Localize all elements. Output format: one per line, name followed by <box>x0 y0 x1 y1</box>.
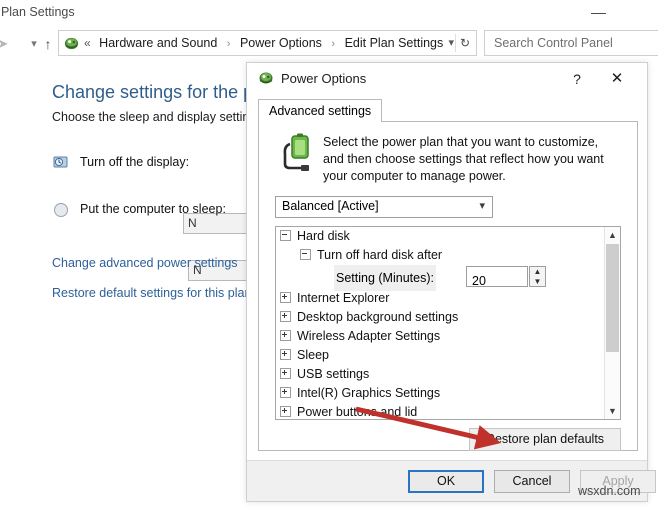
power-plan-value: Balanced [Active] <box>282 199 379 213</box>
tree-item-intel-graphics-settings[interactable]: Intel(R) Graphics Settings <box>276 384 620 403</box>
refresh-icon[interactable]: ↻ <box>457 31 473 55</box>
breadcrumb-item-power-options[interactable]: Power Options <box>238 36 324 50</box>
breadcrumb-item-hardware-and-sound[interactable]: Hardware and Sound <box>97 36 219 50</box>
tree-item-hard-disk[interactable]: Hard disk <box>276 227 620 246</box>
expand-icon[interactable] <box>280 292 291 304</box>
search-placeholder: Search Control Panel <box>494 36 613 50</box>
address-dropdown-icon[interactable]: ▾ <box>448 31 454 55</box>
caret-down-icon[interactable]: ▼ <box>605 403 620 419</box>
page-subtitle: Choose the sleep and display setting <box>52 110 257 124</box>
restore-plan-defaults-button[interactable]: Restore plan defaults <box>469 428 621 451</box>
display-timeout-value: N <box>188 216 197 230</box>
address-bar[interactable]: « Hardware and Sound › Power Options › E… <box>58 30 477 56</box>
minimize-button[interactable] <box>582 2 616 24</box>
expand-icon[interactable] <box>280 330 291 342</box>
tree-item-turn-off-hard-disk-after[interactable]: Turn off hard disk after <box>276 246 620 265</box>
scrollbar-thumb[interactable] <box>606 244 619 352</box>
setting-minutes-stepper[interactable]: ▲ ▼ <box>529 266 546 287</box>
power-plug-icon <box>259 72 273 84</box>
breadcrumb-item-edit-plan-settings[interactable]: Edit Plan Settings <box>343 36 446 50</box>
dialog-description: Select the power plan that you want to c… <box>323 135 604 183</box>
tree-item-label: Wireless Adapter Settings <box>297 329 441 344</box>
tree-item-label: Hard disk <box>297 229 350 244</box>
power-options-dialog: Power Options ? ✕ Advanced settings Sele… <box>246 62 656 502</box>
collapse-icon[interactable] <box>280 230 291 242</box>
expand-icon[interactable] <box>280 368 291 380</box>
page-title: Change settings for the plan <box>52 82 278 102</box>
tree-scrollbar[interactable]: ▲ ▼ <box>604 227 620 419</box>
tree-item-label: Desktop background settings <box>297 310 459 325</box>
cancel-button[interactable]: Cancel <box>494 470 570 493</box>
tree-item-desktop-background-settings[interactable]: Desktop background settings <box>276 308 620 327</box>
tree-item-sleep[interactable]: Sleep <box>276 346 620 365</box>
window-titlebar: t Plan Settings <box>0 0 658 28</box>
control-panel-icon <box>64 37 79 50</box>
breadcrumb-separator: › <box>331 38 336 50</box>
setting-label: Put the computer to sleep: <box>80 202 226 216</box>
battery-plug-icon <box>283 133 309 171</box>
tree-item-label: Power buttons and lid <box>297 405 418 420</box>
tree-item-usb-settings[interactable]: USB settings <box>276 365 620 384</box>
collapse-icon[interactable] <box>300 249 311 261</box>
tab-advanced-settings[interactable]: Advanced settings <box>258 99 383 122</box>
expand-icon[interactable] <box>280 311 291 323</box>
ok-button[interactable]: OK <box>408 470 484 493</box>
close-icon[interactable]: ✕ <box>605 68 629 90</box>
watermark: wsxdn.com <box>578 484 641 498</box>
navigation-bar: ➤ ▾ ↑ « Hardware and Sound › Power Optio… <box>0 28 658 60</box>
tree-item-label: Internet Explorer <box>297 291 390 306</box>
address-divider <box>455 34 456 52</box>
help-button[interactable]: ? <box>565 68 589 90</box>
window-title: t Plan Settings <box>0 5 75 19</box>
link-change-advanced-power-settings[interactable]: Change advanced power settings <box>52 256 238 270</box>
minimize-icon <box>591 13 606 14</box>
setting-minutes-input[interactable]: 20 <box>466 266 528 288</box>
caret-up-icon[interactable]: ▲ <box>605 227 620 243</box>
tree-item-wireless-adapter-settings[interactable]: Wireless Adapter Settings <box>276 327 620 346</box>
tree-item-label: Sleep <box>297 348 329 363</box>
tree-item-power-buttons-and-lid[interactable]: Power buttons and lid <box>276 403 620 420</box>
tree-item-label: Turn off hard disk after <box>317 248 443 263</box>
power-plan-dropdown[interactable]: Balanced [Active] ▾ <box>275 196 493 218</box>
display-clock-icon <box>53 156 68 168</box>
expand-icon[interactable] <box>280 406 291 418</box>
caret-up-icon[interactable]: ▲ <box>530 267 545 276</box>
dialog-titlebar: Power Options ? ✕ <box>247 63 647 95</box>
moon-icon <box>54 203 68 217</box>
back-icon[interactable]: ➤ <box>0 34 13 54</box>
expand-icon[interactable] <box>280 387 291 399</box>
arrow-up-icon[interactable]: ↑ <box>38 34 58 54</box>
tab-panel: Select the power plan that you want to c… <box>258 121 638 451</box>
tab-seam <box>259 121 362 122</box>
search-input[interactable]: Search Control Panel <box>484 30 658 56</box>
breadcrumb: « Hardware and Sound › Power Options › E… <box>84 31 445 55</box>
link-restore-default-settings[interactable]: Restore default settings for this plan <box>52 286 251 300</box>
tree-item-internet-explorer[interactable]: Internet Explorer <box>276 289 620 308</box>
breadcrumb-lead[interactable]: « <box>84 36 94 50</box>
tree-item-label: Intel(R) Graphics Settings <box>297 386 441 401</box>
chevron-down-icon: ▾ <box>479 200 485 212</box>
advanced-settings-tree[interactable]: Hard disk Turn off hard disk after Setti… <box>275 226 621 420</box>
tree-item-label: USB settings <box>297 367 370 382</box>
setting-label: Turn off the display: <box>80 155 190 169</box>
tab-strip: Advanced settings <box>258 99 638 122</box>
dialog-content: Advanced settings Select the power plan … <box>247 95 647 463</box>
setting-minutes-row: Setting (Minutes): 20 ▲ ▼ <box>276 265 620 291</box>
setting-minutes-label: Setting (Minutes): <box>334 265 436 291</box>
caret-down-icon[interactable]: ▼ <box>530 277 545 286</box>
expand-icon[interactable] <box>280 349 291 361</box>
breadcrumb-separator: › <box>226 38 231 50</box>
dialog-title: Power Options <box>281 71 367 86</box>
